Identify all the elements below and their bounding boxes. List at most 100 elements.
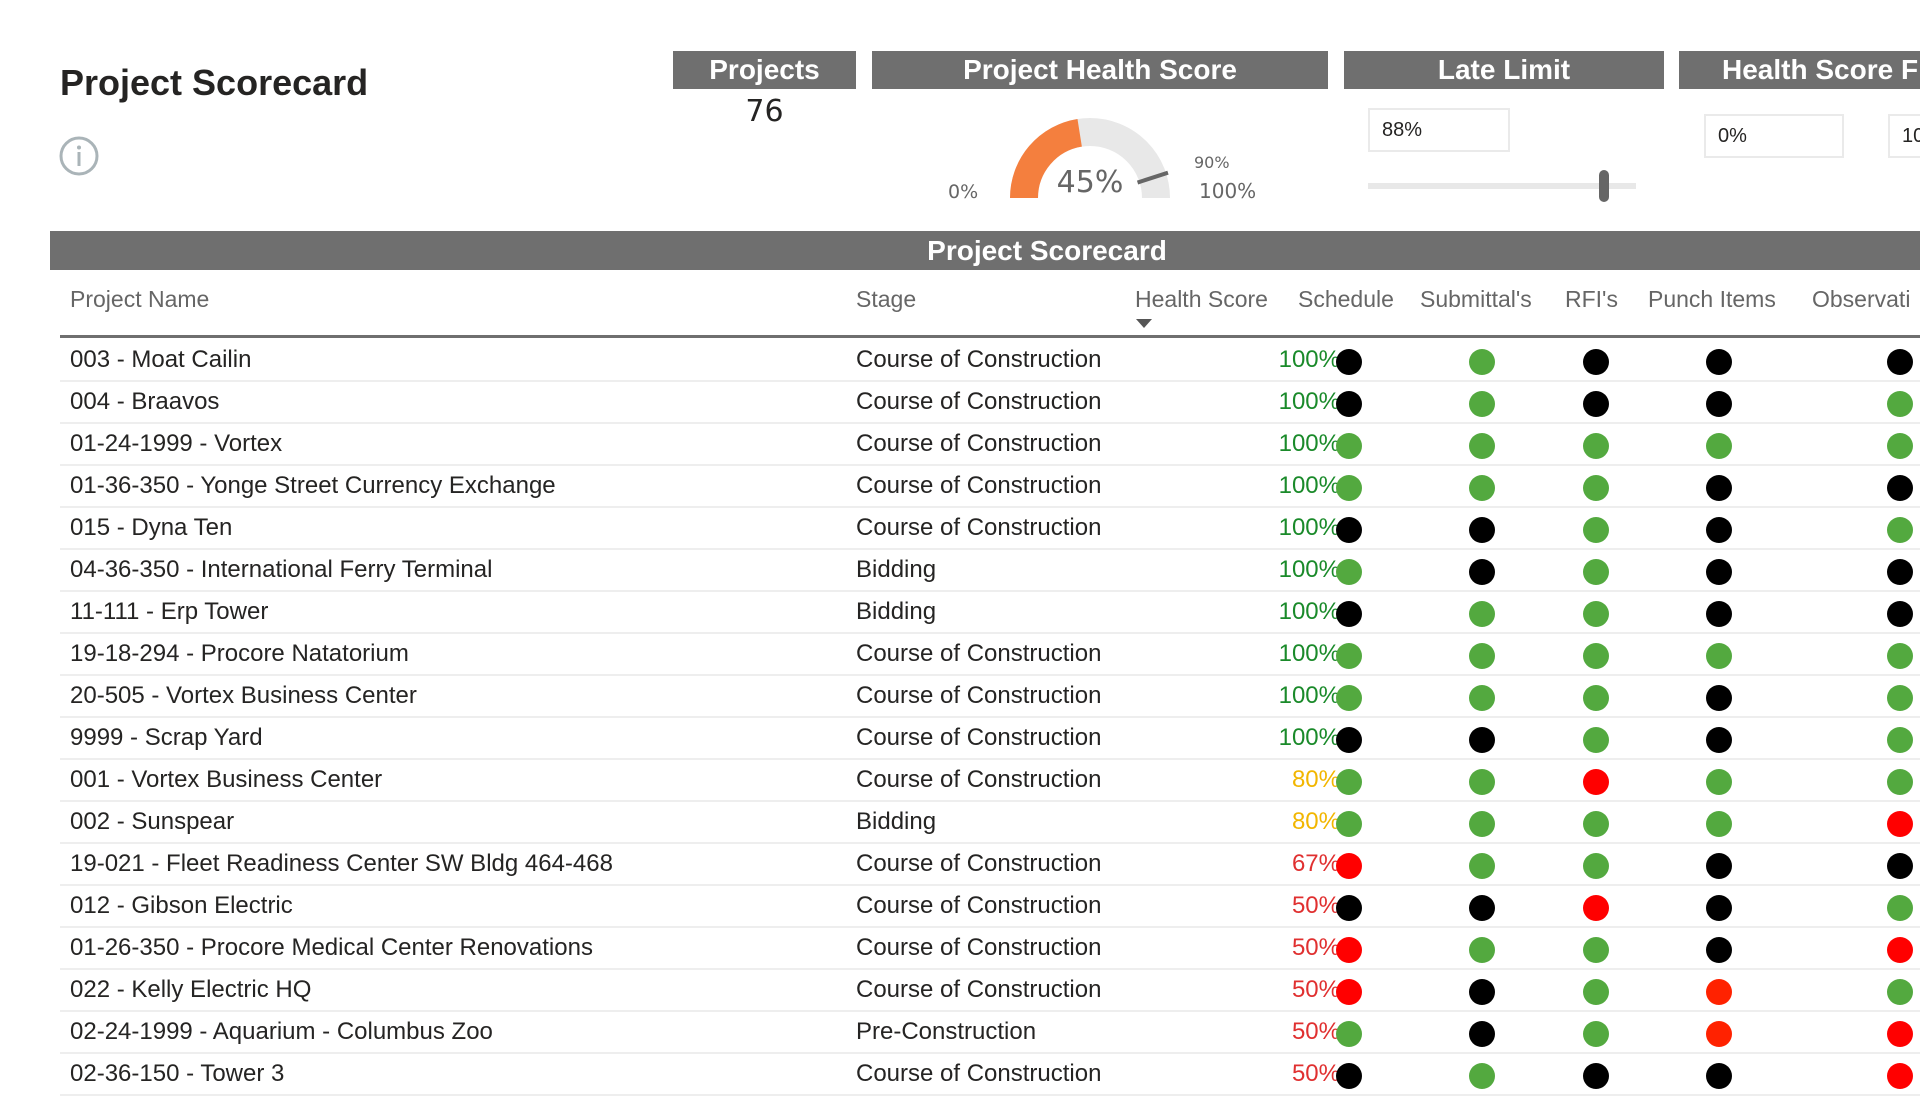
stage-cell: Bidding xyxy=(856,598,937,625)
rfis-status-dot xyxy=(1583,601,1609,627)
table-row[interactable]: 012 - Gibson Electric Course of Construct… xyxy=(60,886,1920,928)
rfis-status-dot xyxy=(1583,1063,1609,1089)
health-score-cell: 100% xyxy=(1278,598,1340,625)
column-header-punch-items[interactable]: Punch Items xyxy=(1648,286,1776,313)
submittals-status-dot xyxy=(1469,475,1495,501)
column-header-stage[interactable]: Stage xyxy=(856,286,916,313)
projects-card-header: Projects xyxy=(673,51,856,89)
health-score-cell: 100% xyxy=(1278,640,1340,667)
schedule-status-dot xyxy=(1336,727,1362,753)
punch-items-status-dot xyxy=(1706,433,1732,459)
gauge-max-label: 100% xyxy=(1199,179,1256,203)
table-row[interactable]: 04-36-350 - International Ferry Terminal… xyxy=(60,550,1920,592)
table-row[interactable]: 003 - Moat Cailin Course of Construction 1… xyxy=(60,340,1920,382)
project-name-cell: 04-36-350 - International Ferry Terminal xyxy=(70,556,493,583)
table-row[interactable]: 001 - Vortex Business Center Course of Co… xyxy=(60,760,1920,802)
health-score-cell: 100% xyxy=(1278,724,1340,751)
table-row[interactable]: 02-24-1999 - Aquarium - Columbus Zoo Pre-… xyxy=(60,1012,1920,1054)
column-header-submittals[interactable]: Submittal's xyxy=(1420,286,1532,313)
rfis-status-dot xyxy=(1583,895,1609,921)
table-row[interactable]: 015 - Dyna Ten Course of Construction 100% xyxy=(60,508,1920,550)
project-name-cell: 20-505 - Vortex Business Center xyxy=(70,682,417,709)
table-row[interactable]: 19-18-294 - Procore Natatorium Course of … xyxy=(60,634,1920,676)
late-limit-slider-track[interactable] xyxy=(1368,183,1636,189)
table-row[interactable]: 004 - Braavos Course of Construction 100% xyxy=(60,382,1920,424)
submittals-status-dot xyxy=(1469,727,1495,753)
late-limit-slider-handle[interactable] xyxy=(1598,170,1609,202)
observations-status-dot xyxy=(1887,475,1913,501)
stage-cell: Course of Construction xyxy=(856,682,1102,709)
page-title: Project Scorecard xyxy=(60,62,369,103)
stage-cell: Course of Construction xyxy=(856,388,1102,415)
column-header-schedule[interactable]: Schedule xyxy=(1298,286,1394,313)
table-row[interactable]: 19-021 - Fleet Readiness Center SW Bldg … xyxy=(60,844,1920,886)
rfis-status-dot xyxy=(1583,853,1609,879)
submittals-status-dot xyxy=(1469,685,1495,711)
project-name-cell: 001 - Vortex Business Center xyxy=(70,766,383,793)
rfis-status-dot xyxy=(1583,349,1609,375)
health-score-cell: 100% xyxy=(1278,346,1340,373)
punch-items-status-dot xyxy=(1706,349,1732,375)
schedule-status-dot xyxy=(1336,643,1362,669)
health-score-cell: 100% xyxy=(1278,514,1340,541)
observations-status-dot xyxy=(1887,517,1913,543)
table-row[interactable]: 01-24-1999 - Vortex Course of Constructio… xyxy=(60,424,1920,466)
health-score-min-input[interactable]: 0% xyxy=(1704,114,1844,158)
health-score-cell: 50% xyxy=(1291,1018,1340,1045)
observations-status-dot xyxy=(1887,433,1913,459)
info-icon[interactable] xyxy=(58,135,100,177)
observations-status-dot xyxy=(1887,853,1913,879)
punch-items-status-dot xyxy=(1706,1021,1732,1047)
punch-items-status-dot xyxy=(1706,601,1732,627)
punch-items-status-dot xyxy=(1706,853,1732,879)
table-row[interactable]: 02-36-150 - Tower 3 Course of Constructio… xyxy=(60,1054,1920,1096)
project-name-cell: 02-24-1999 - Aquarium - Columbus Zoo xyxy=(70,1018,493,1045)
health-score-gauge: 0% 45% 90% 100% xyxy=(948,118,1256,203)
project-name-cell: 9999 - Scrap Yard xyxy=(70,724,263,751)
observations-status-dot xyxy=(1887,391,1913,417)
table-row[interactable]: 002 - Sunspear Bidding 80% xyxy=(60,802,1920,844)
schedule-status-dot xyxy=(1336,1063,1362,1089)
table-row[interactable]: 022 - Kelly Electric HQ Course of Constru… xyxy=(60,970,1920,1012)
stage-cell: Course of Construction xyxy=(856,766,1102,793)
rfis-status-dot xyxy=(1583,643,1609,669)
project-name-cell: 19-021 - Fleet Readiness Center SW Bldg … xyxy=(70,850,613,877)
observations-status-dot xyxy=(1887,895,1913,921)
project-name-cell: 004 - Braavos xyxy=(70,388,220,415)
column-header-observations[interactable]: Observati xyxy=(1812,286,1910,313)
health-score-max-input[interactable]: 10 xyxy=(1888,114,1920,158)
table-row[interactable]: 11-111 - Erp Tower Bidding 100% xyxy=(60,592,1920,634)
schedule-status-dot xyxy=(1336,391,1362,417)
schedule-status-dot xyxy=(1336,769,1362,795)
rfis-status-dot xyxy=(1583,811,1609,837)
column-header-health-score[interactable]: Health Score xyxy=(1135,286,1268,313)
gauge-min-label: 0% xyxy=(948,181,978,203)
observations-status-dot xyxy=(1887,643,1913,669)
schedule-status-dot xyxy=(1336,895,1362,921)
schedule-status-dot xyxy=(1336,349,1362,375)
late-limit-input[interactable]: 88% xyxy=(1368,108,1510,152)
rfis-status-dot xyxy=(1583,769,1609,795)
submittals-status-dot xyxy=(1469,1063,1495,1089)
health-score-cell: 100% xyxy=(1278,472,1340,499)
stage-cell: Course of Construction xyxy=(856,892,1102,919)
project-name-cell: 01-36-350 - Yonge Street Currency Exchan… xyxy=(70,472,556,499)
observations-status-dot xyxy=(1887,769,1913,795)
table-row[interactable]: 20-505 - Vortex Business Center Course of… xyxy=(60,676,1920,718)
submittals-status-dot xyxy=(1469,517,1495,543)
table-row[interactable]: 01-26-350 - Procore Medical Center Renov… xyxy=(60,928,1920,970)
rfis-status-dot xyxy=(1583,475,1609,501)
health-score-cell: 80% xyxy=(1291,808,1340,835)
schedule-status-dot xyxy=(1336,853,1362,879)
column-header-rfis[interactable]: RFI's xyxy=(1565,286,1618,313)
column-header-project-name[interactable]: Project Name xyxy=(70,286,209,313)
rfis-status-dot xyxy=(1583,391,1609,417)
observations-status-dot xyxy=(1887,601,1913,627)
sort-descending-icon[interactable] xyxy=(1136,319,1152,328)
table-row[interactable]: 9999 - Scrap Yard Course of Construction 1… xyxy=(60,718,1920,760)
punch-items-status-dot xyxy=(1706,769,1732,795)
stage-cell: Bidding xyxy=(856,556,937,583)
schedule-status-dot xyxy=(1336,601,1362,627)
table-row[interactable]: 01-36-350 - Yonge Street Currency Exchan… xyxy=(60,466,1920,508)
observations-status-dot xyxy=(1887,559,1913,585)
